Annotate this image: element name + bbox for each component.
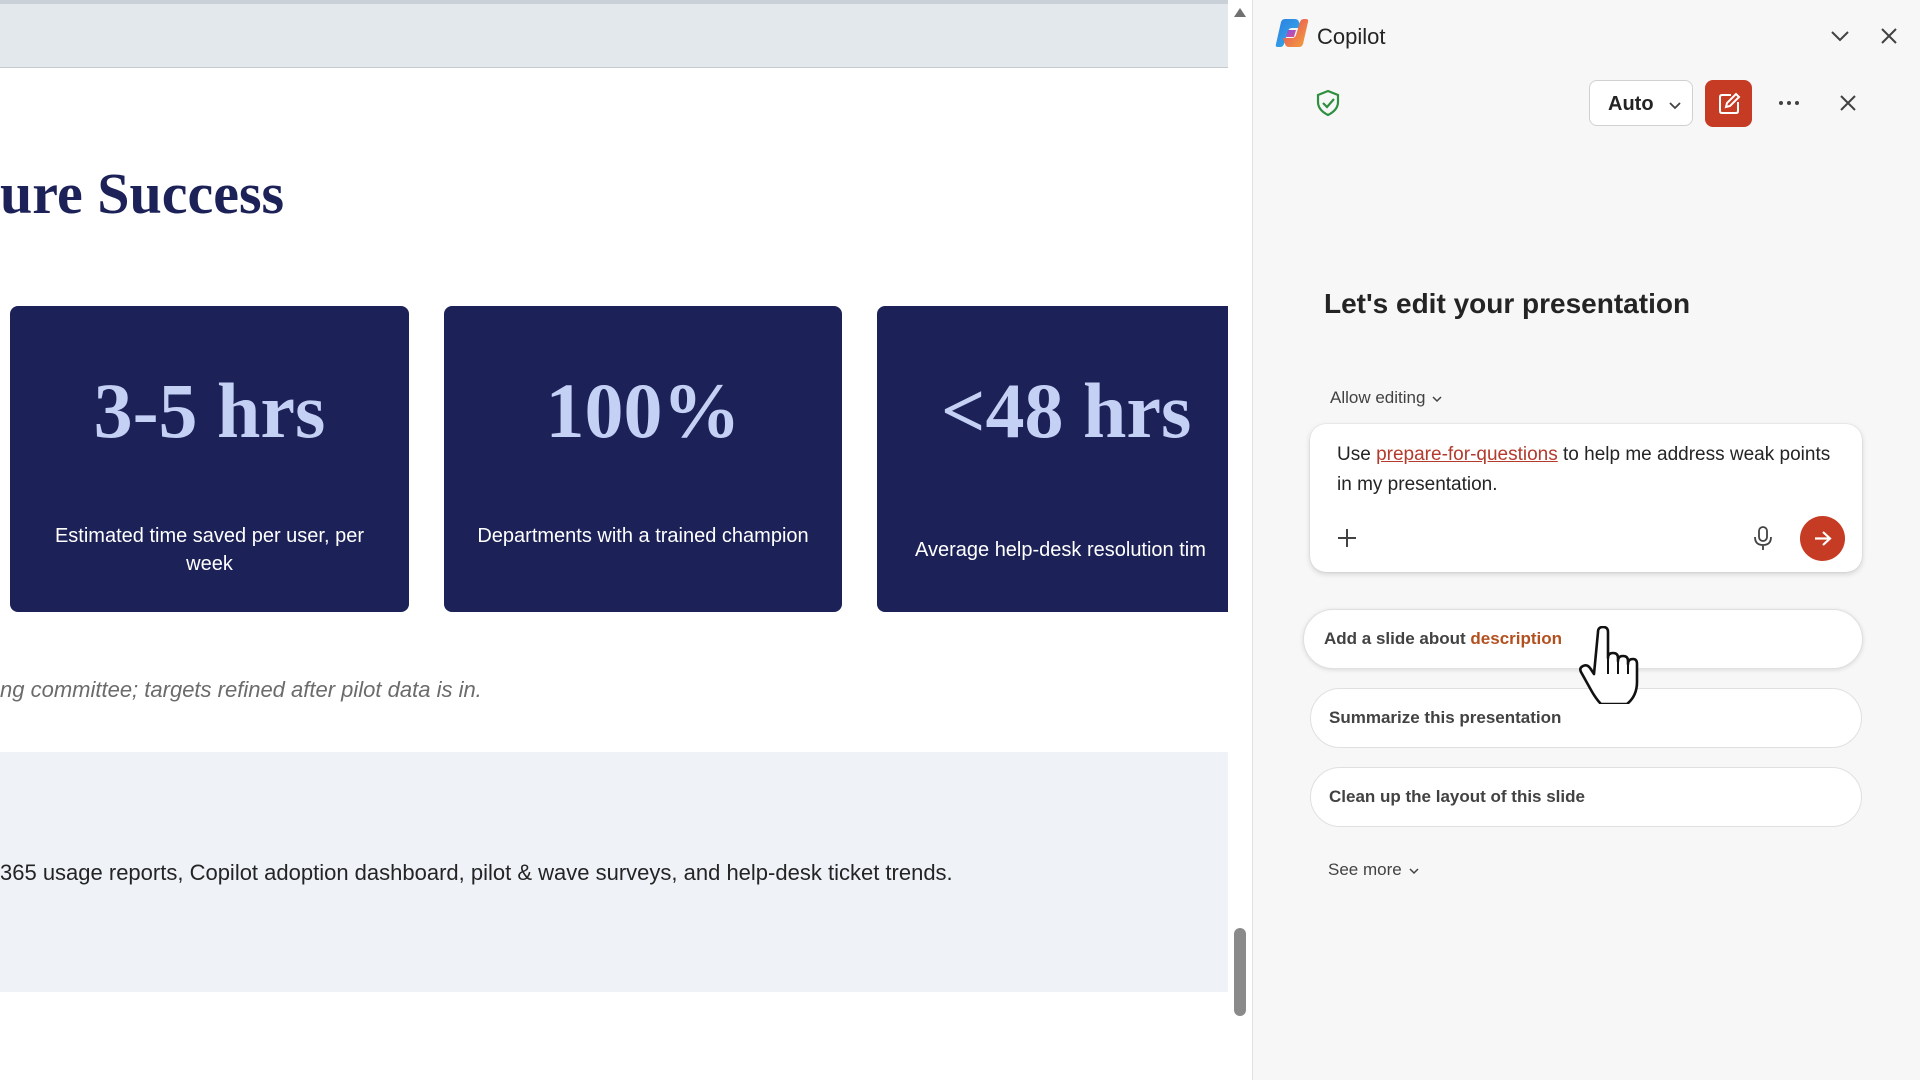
- scroll-up-arrow-icon[interactable]: [1234, 8, 1246, 17]
- metric-value: 100%: [545, 367, 741, 454]
- attach-button[interactable]: [1332, 523, 1362, 553]
- close-icon: [1881, 28, 1897, 44]
- metric-value: 3-5 hrs: [93, 367, 326, 454]
- more-options-button[interactable]: [1772, 86, 1806, 120]
- plus-icon: [1338, 529, 1356, 547]
- copilot-logo-icon: [1275, 19, 1309, 47]
- edit-icon: [1719, 92, 1741, 114]
- allow-editing-dropdown[interactable]: Allow editing: [1330, 388, 1443, 412]
- metric-card-resolution-time: <48 hrs Average help-desk resolution tim: [877, 306, 1228, 612]
- sources-text: 365 usage reports, Copilot adoption dash…: [0, 860, 953, 885]
- new-chat-button[interactable]: [1705, 80, 1752, 127]
- vertical-scrollbar[interactable]: [1228, 0, 1252, 1080]
- metric-label: Estimated time saved per user, per week: [54, 525, 365, 575]
- mode-label: Auto: [1608, 93, 1654, 115]
- chevron-down-icon: [1409, 867, 1419, 874]
- chevron-down-icon: [1831, 31, 1849, 42]
- prompt-composer[interactable]: Use prepare-for-questions to help me add…: [1310, 424, 1862, 572]
- metric-label: Departments with a trained champion: [477, 525, 809, 547]
- collapse-pane-button[interactable]: [1824, 20, 1856, 52]
- prompt-skill-link[interactable]: prepare-for-questions: [1376, 444, 1558, 465]
- suggestion-summarize[interactable]: Summarize this presentation: [1310, 688, 1862, 748]
- suggestion-placeholder: description: [1470, 629, 1563, 648]
- prompt-text-before: Use: [1337, 444, 1377, 465]
- see-more-button[interactable]: See more: [1328, 860, 1420, 880]
- chevron-down-icon: [1669, 102, 1681, 110]
- copilot-pane: Copilot Auto Let's edit your presentatio…: [1253, 0, 1920, 1080]
- metric-value: <48 hrs: [941, 367, 1192, 454]
- allow-editing-label: Allow editing: [1330, 388, 1426, 407]
- scroll-thumb[interactable]: [1234, 928, 1246, 1016]
- slide-top-strip: [0, 0, 1228, 68]
- greeting-heading: Let's edit your presentation: [1324, 288, 1691, 319]
- suggestion-label: Summarize this presentation: [1329, 708, 1562, 727]
- microphone-icon: [1754, 526, 1772, 550]
- slide-canvas: ure Success 3-5 hrs Estimated time saved…: [0, 0, 1228, 1080]
- metric-card-departments: 100% Departments with a trained champion: [444, 306, 842, 612]
- prompt-input[interactable]: Use prepare-for-questions to help me add…: [1337, 440, 1837, 500]
- shield-check-icon[interactable]: [1313, 88, 1343, 118]
- copilot-titlebar: Copilot: [1253, 0, 1920, 72]
- app-title: Copilot: [1317, 24, 1386, 49]
- suggestion-label: Add a slide about description: [1324, 629, 1562, 649]
- suggestion-label: Clean up the layout of this slide: [1329, 787, 1585, 806]
- metric-label: Average help-desk resolution tim: [915, 539, 1206, 561]
- slide-heading: ure Success: [0, 161, 285, 226]
- chevron-down-icon: [1432, 395, 1442, 402]
- suggestion-add-slide[interactable]: Add a slide about description: [1303, 609, 1863, 669]
- close-icon: [1840, 95, 1856, 111]
- close-session-button[interactable]: [1831, 86, 1865, 120]
- slide-footnote: ng committee; targets refined after pilo…: [0, 677, 482, 702]
- suggestion-text: Add a slide about: [1324, 629, 1471, 648]
- mode-dropdown[interactable]: Auto: [1589, 80, 1693, 126]
- see-more-label: See more: [1328, 860, 1402, 879]
- more-icon: [1779, 101, 1799, 105]
- metric-card-time-saved: 3-5 hrs Estimated time saved per user, p…: [10, 306, 409, 612]
- close-pane-button[interactable]: [1873, 20, 1905, 52]
- arrow-right-icon: [1815, 531, 1832, 546]
- suggestion-clean-layout[interactable]: Clean up the layout of this slide: [1310, 767, 1862, 827]
- send-button[interactable]: [1800, 516, 1845, 561]
- microphone-button[interactable]: [1748, 523, 1778, 553]
